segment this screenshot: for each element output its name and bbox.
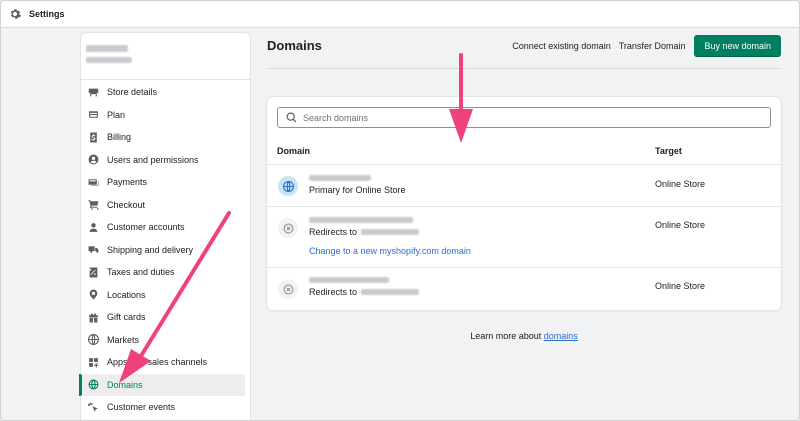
redirect-target-redacted	[361, 229, 420, 235]
location-pin-icon	[88, 289, 99, 300]
header-actions: Connect existing domain Transfer Domain …	[504, 34, 781, 57]
learn-more-text: Learn more about	[470, 331, 542, 341]
store-url-redacted	[86, 57, 132, 63]
cursor-sparkle-icon	[88, 402, 99, 413]
target-cell: Online Store	[655, 220, 706, 230]
redirect-target-redacted	[361, 289, 420, 295]
user-circle-icon	[88, 154, 99, 165]
billing-icon	[88, 132, 99, 143]
search-field[interactable]	[277, 107, 771, 128]
redirects-label: Redirects to	[309, 287, 358, 297]
sidebar-item-apps-and-sales-channels[interactable]: Apps and sales channels	[81, 351, 250, 374]
sidebar-item-payments[interactable]: Payments	[81, 171, 250, 194]
settings-nav: Store details Plan Billing Users and per…	[79, 79, 250, 419]
sidebar-item-domains[interactable]: Domains	[79, 373, 245, 396]
sidebar-item-shipping-and-delivery[interactable]: Shipping and delivery	[81, 239, 250, 262]
domain-sub-label: Redirects to	[309, 227, 420, 237]
table-row[interactable]: Primary for Online Store Online Store	[267, 166, 781, 207]
header-divider	[267, 68, 781, 69]
payments-icon	[88, 177, 99, 188]
page-title: Domains	[267, 38, 322, 53]
sidebar-item-label: Shipping and delivery	[107, 244, 194, 255]
sidebar-item-label: Domains	[107, 379, 143, 390]
domains-card: Domain Target Primary for Online Store O…	[267, 97, 781, 310]
cart-icon	[88, 199, 99, 211]
buy-new-domain-button[interactable]: Buy new domain	[694, 34, 781, 57]
domain-sub-label: Primary for Online Store	[309, 185, 406, 195]
store-icon	[88, 87, 99, 98]
table-header: Domain Target	[267, 139, 781, 165]
plan-icon	[88, 109, 99, 120]
column-header-target: Target	[655, 146, 682, 156]
apps-icon	[88, 357, 99, 368]
settings-sidebar: Store details Plan Billing Users and per…	[79, 33, 250, 420]
search-input[interactable]	[303, 112, 743, 123]
connect-existing-domain-button[interactable]: Connect existing domain	[512, 41, 611, 51]
person-icon	[88, 222, 99, 233]
sidebar-item-billing[interactable]: Billing	[81, 126, 250, 149]
top-bar: Settings	[1, 1, 799, 28]
settings-title: Settings	[29, 9, 65, 19]
domains-help-link[interactable]: domains	[544, 331, 578, 341]
store-name-redacted	[86, 45, 128, 52]
sidebar-item-label: Customer events	[107, 402, 176, 413]
change-myshopify-domain-link[interactable]: Change to a new myshopify.com domain	[309, 246, 471, 256]
sidebar-item-label: Customer accounts	[107, 222, 185, 233]
sidebar-item-label: Taxes and duties	[107, 267, 175, 278]
sidebar-item-label: Checkout	[107, 199, 146, 210]
table-row[interactable]: Redirects to Change to a new myshopify.c…	[267, 207, 781, 268]
gear-icon	[9, 8, 21, 20]
page-header: Domains Connect existing domain Transfer…	[267, 33, 781, 58]
search-icon	[286, 112, 297, 123]
learn-more: Learn more about domains	[267, 331, 781, 341]
sidebar-item-taxes-and-duties[interactable]: Taxes and duties	[81, 261, 250, 284]
primary-label: Primary for Online Store	[309, 185, 406, 195]
sidebar-item-locations[interactable]: Locations	[81, 284, 250, 307]
domains-globe-icon	[88, 379, 99, 390]
sidebar-item-label: Billing	[107, 132, 132, 143]
truck-icon	[88, 244, 99, 255]
sidebar-item-markets[interactable]: Markets	[81, 329, 250, 352]
domain-name-redacted[interactable]	[309, 277, 389, 283]
redirect-icon	[278, 279, 298, 299]
sidebar-item-label: Payments	[107, 177, 148, 188]
domain-name-redacted[interactable]	[309, 175, 371, 181]
target-cell: Online Store	[655, 281, 706, 291]
sidebar-item-label: Gift cards	[107, 312, 146, 323]
redirects-label: Redirects to	[309, 227, 358, 237]
domain-name-redacted[interactable]	[309, 217, 413, 223]
sidebar-item-gift-cards[interactable]: Gift cards	[81, 306, 250, 329]
sidebar-item-label: Users and permissions	[107, 154, 199, 165]
sidebar-item-label: Apps and sales channels	[107, 357, 208, 368]
sidebar-item-store-details[interactable]: Store details	[81, 81, 250, 104]
redirect-icon	[278, 218, 298, 238]
target-cell: Online Store	[655, 179, 706, 189]
primary-globe-icon	[278, 176, 298, 196]
main-content: Domains Connect existing domain Transfer…	[267, 33, 781, 58]
sidebar-item-checkout[interactable]: Checkout	[81, 194, 250, 217]
column-header-domain: Domain	[277, 146, 311, 156]
gift-icon	[88, 312, 99, 323]
tax-icon	[88, 267, 99, 278]
sidebar-item-label: Markets	[107, 334, 140, 345]
sidebar-item-customer-accounts[interactable]: Customer accounts	[81, 216, 250, 239]
sidebar-item-users-and-permissions[interactable]: Users and permissions	[81, 149, 250, 172]
app-window: Settings Store details Plan Billing User…	[0, 0, 800, 421]
globe-icon	[88, 334, 99, 346]
sidebar-item-label: Store details	[107, 87, 158, 98]
sidebar-item-label: Locations	[107, 289, 146, 300]
sidebar-item-customer-events[interactable]: Customer events	[81, 396, 250, 419]
domain-sub-label: Redirects to	[309, 287, 420, 297]
store-identity	[81, 33, 250, 79]
sidebar-item-label: Plan	[107, 109, 126, 120]
transfer-domain-button[interactable]: Transfer Domain	[619, 41, 686, 51]
table-row[interactable]: Redirects to Online Store	[267, 268, 781, 310]
sidebar-item-plan[interactable]: Plan	[81, 104, 250, 127]
